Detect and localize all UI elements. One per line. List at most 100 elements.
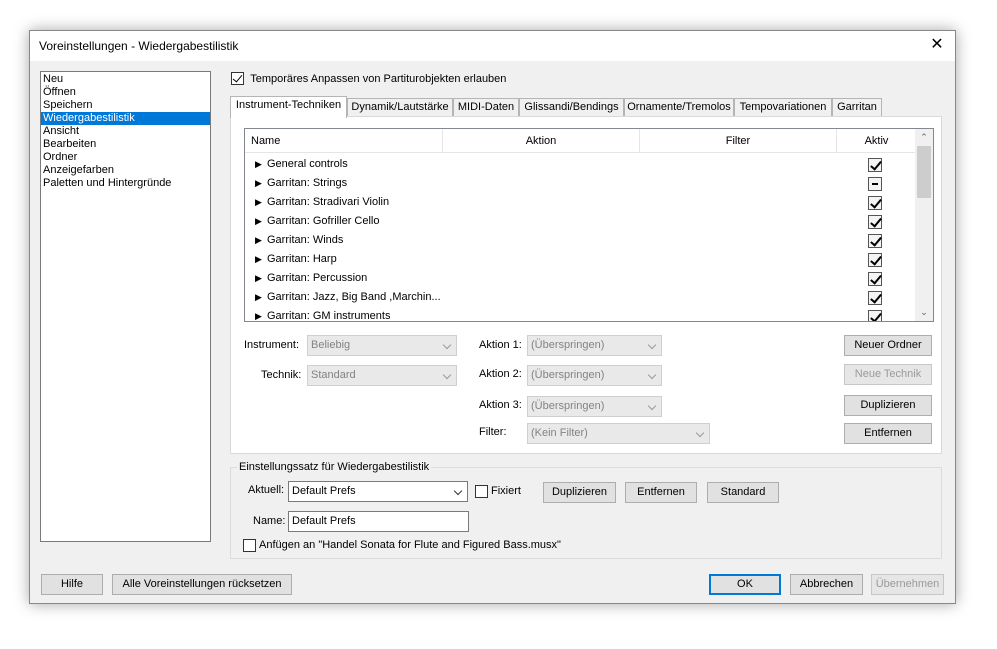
table-row[interactable]: ▶ Garritan: Strings [245, 174, 916, 193]
category-item-ordner[interactable]: Ordner [41, 151, 210, 164]
active-checkbox[interactable] [868, 234, 882, 248]
table-row[interactable]: ▶ Garritan: Stradivari Violin [245, 193, 916, 212]
apply-button[interactable]: Übernehmen [871, 574, 944, 595]
technique-label: Technik: [261, 369, 302, 381]
preferences-dialog: Voreinstellungen - Wiedergabestilistik ✕… [29, 30, 956, 604]
instrument-label: Instrument: [244, 339, 300, 351]
expand-arrow-icon[interactable]: ▶ [255, 307, 262, 321]
filter-select[interactable]: (Kein Filter) [527, 423, 710, 444]
active-checkbox[interactable] [868, 253, 882, 267]
cancel-button[interactable]: Abbrechen [790, 574, 863, 595]
tab-ornamente[interactable]: Ornamente/Tremolos [624, 98, 734, 117]
action3-select[interactable]: (Überspringen) [527, 396, 662, 417]
technique-select[interactable]: Standard [307, 365, 457, 386]
append-label: Anfügen an "Handel Sonata for Flute and … [259, 539, 561, 551]
table-row[interactable]: ▶ Garritan: GM instruments [245, 307, 916, 322]
chevron-down-icon [442, 370, 452, 380]
settings-set-group: Einstellungssatz für Wiedergabestilistik… [230, 461, 942, 559]
row-name: Garritan: Stradivari Violin [267, 196, 390, 208]
scroll-down-icon[interactable]: ⌄ [915, 304, 933, 321]
current-set-select[interactable]: Default Prefs [288, 481, 468, 502]
expand-arrow-icon[interactable]: ▶ [255, 269, 262, 288]
expand-arrow-icon[interactable]: ▶ [255, 250, 262, 269]
category-list[interactable]: Neu Öffnen Speichern Wiedergabestilistik… [40, 71, 211, 542]
table-row[interactable]: ▶ Garritan: Jazz, Big Band ,Marchin... [245, 288, 916, 307]
tab-garritan[interactable]: Garritan [832, 98, 882, 117]
new-folder-button[interactable]: Neuer Ordner [844, 335, 932, 356]
category-item-paletten[interactable]: Paletten und Hintergründe [41, 177, 210, 190]
expand-arrow-icon[interactable]: ▶ [255, 288, 262, 307]
column-name[interactable]: Name [245, 129, 443, 153]
tab-midi-daten[interactable]: MIDI-Daten [453, 98, 519, 117]
table-row[interactable]: ▶ Garritan: Percussion [245, 269, 916, 288]
table-row[interactable]: ▶ Garritan: Winds [245, 231, 916, 250]
grid-scrollbar[interactable]: ⌃ ⌄ [915, 129, 933, 321]
action1-label: Aktion 1: [479, 339, 522, 351]
remove-technique-button[interactable]: Entfernen [844, 423, 932, 444]
window-title: Voreinstellungen - Wiedergabestilistik [39, 39, 239, 53]
expand-arrow-icon[interactable]: ▶ [255, 155, 262, 174]
duplicate-technique-button[interactable]: Duplizieren [844, 395, 932, 416]
chevron-down-icon [647, 370, 657, 380]
append-checkbox[interactable] [243, 539, 256, 552]
allow-temp-row[interactable]: Temporäres Anpassen von Partiturobjekten… [231, 72, 506, 85]
category-item-ansicht[interactable]: Ansicht [41, 125, 210, 138]
ok-button[interactable]: OK [709, 574, 781, 595]
action2-label: Aktion 2: [479, 368, 522, 380]
fixed-checkbox[interactable] [475, 485, 488, 498]
name-label: Name: [253, 515, 286, 527]
scroll-thumb[interactable] [917, 146, 931, 198]
category-item-wiedergabestilistik[interactable]: Wiedergabestilistik [41, 112, 210, 125]
row-name: Garritan: GM instruments [267, 310, 391, 322]
column-action[interactable]: Aktion [443, 129, 640, 153]
chevron-down-icon [453, 486, 463, 496]
set-name-input[interactable]: Default Prefs [288, 511, 469, 532]
filter-label: Filter: [479, 426, 507, 438]
active-checkbox[interactable] [868, 272, 882, 286]
reset-all-button[interactable]: Alle Voreinstellungen rücksetzen [112, 574, 292, 595]
current-label: Aktuell: [248, 484, 285, 496]
close-icon[interactable]: ✕ [927, 36, 947, 56]
scroll-up-icon[interactable]: ⌃ [915, 129, 933, 146]
column-active[interactable]: Aktiv [837, 129, 916, 153]
settings-set-title: Einstellungssatz für Wiedergabestilistik [237, 461, 432, 473]
category-item-speichern[interactable]: Speichern [41, 99, 210, 112]
expand-arrow-icon[interactable]: ▶ [255, 174, 262, 193]
category-item-bearbeiten[interactable]: Bearbeiten [41, 138, 210, 151]
row-name: Garritan: Gofriller Cello [267, 215, 380, 227]
category-item-oeffnen[interactable]: Öffnen [41, 86, 210, 99]
instrument-select[interactable]: Beliebig [307, 335, 457, 356]
duplicate-set-button[interactable]: Duplizieren [543, 482, 616, 503]
expand-arrow-icon[interactable]: ▶ [255, 231, 262, 250]
active-checkbox[interactable] [868, 196, 882, 210]
expand-arrow-icon[interactable]: ▶ [255, 193, 262, 212]
tab-tempovariationen[interactable]: Tempovariationen [734, 98, 832, 117]
expand-arrow-icon[interactable]: ▶ [255, 212, 262, 231]
table-row[interactable]: ▶ General controls [245, 155, 916, 174]
default-set-button[interactable]: Standard [707, 482, 779, 503]
action2-select[interactable]: (Überspringen) [527, 365, 662, 386]
table-row[interactable]: ▶ Garritan: Harp [245, 250, 916, 269]
action1-select[interactable]: (Überspringen) [527, 335, 662, 356]
help-button[interactable]: Hilfe [41, 574, 103, 595]
chevron-down-icon [647, 340, 657, 350]
allow-temp-checkbox[interactable] [231, 72, 244, 85]
remove-set-button[interactable]: Entfernen [625, 482, 697, 503]
column-filter[interactable]: Filter [640, 129, 837, 153]
active-checkbox[interactable] [868, 291, 882, 305]
category-item-anzeigefarben[interactable]: Anzeigefarben [41, 164, 210, 177]
new-technique-button[interactable]: Neue Technik [844, 364, 932, 385]
active-checkbox[interactable] [868, 177, 882, 191]
tab-glissandi[interactable]: Glissandi/Bendings [519, 98, 624, 117]
grid-header: Name Aktion Filter Aktiv [245, 129, 916, 153]
category-item-neu[interactable]: Neu [41, 73, 210, 86]
tab-instrument-techniken[interactable]: Instrument-Techniken [230, 96, 347, 118]
action1-select-value: (Überspringen) [531, 339, 605, 351]
techniques-grid[interactable]: Name Aktion Filter Aktiv ▶ General contro… [244, 128, 934, 322]
active-checkbox[interactable] [868, 158, 882, 172]
active-checkbox[interactable] [868, 215, 882, 229]
chevron-down-icon [695, 428, 705, 438]
tab-dynamik[interactable]: Dynamik/Lautstärke [347, 98, 453, 117]
active-checkbox[interactable] [868, 310, 882, 321]
table-row[interactable]: ▶ Garritan: Gofriller Cello [245, 212, 916, 231]
